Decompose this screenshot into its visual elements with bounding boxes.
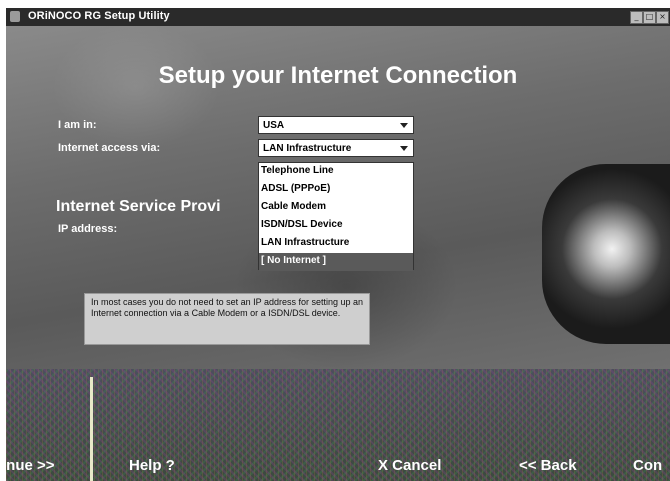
access-select-value: LAN Infrastructure bbox=[263, 143, 352, 154]
dropdown-option[interactable]: Cable Modem bbox=[259, 199, 413, 217]
setup-window: ORiNOCO RG Setup Utility _ □ × Setup you… bbox=[6, 8, 670, 481]
title-bar: ORiNOCO RG Setup Utility _ □ × bbox=[6, 8, 670, 26]
access-label: Internet access via: bbox=[58, 142, 161, 154]
section-heading: Internet Service Provi bbox=[56, 198, 221, 215]
continue-button-left[interactable]: inue >> bbox=[6, 457, 55, 474]
help-button[interactable]: Help ? bbox=[129, 457, 175, 474]
dropdown-option[interactable]: LAN Infrastructure bbox=[259, 235, 413, 253]
dropdown-option[interactable]: ADSL (PPPoE) bbox=[259, 181, 413, 199]
country-select[interactable]: USA bbox=[258, 116, 414, 134]
close-button[interactable]: × bbox=[656, 11, 669, 24]
page-heading: Setup your Internet Connection bbox=[158, 62, 518, 89]
continue-button-right[interactable]: Con bbox=[633, 457, 662, 474]
dropdown-option-selected[interactable]: [ No Internet ] bbox=[259, 253, 413, 271]
separator bbox=[90, 377, 93, 481]
minimize-button[interactable]: _ bbox=[630, 11, 643, 24]
ip-address-label: IP address: bbox=[58, 223, 118, 235]
button-bar: inue >> Help ? X Cancel << Back Con bbox=[6, 369, 670, 481]
window-title: ORiNOCO RG Setup Utility bbox=[28, 10, 170, 22]
access-select[interactable]: LAN Infrastructure bbox=[258, 139, 414, 157]
chevron-down-icon bbox=[400, 146, 408, 151]
dropdown-option[interactable]: Telephone Line bbox=[259, 163, 413, 181]
chevron-down-icon bbox=[400, 123, 408, 128]
hint-text: In most cases you do not need to set an … bbox=[84, 293, 370, 345]
cancel-button[interactable]: X Cancel bbox=[378, 457, 441, 474]
access-dropdown-list: Telephone Line ADSL (PPPoE) Cable Modem … bbox=[258, 162, 414, 271]
globe-image bbox=[542, 164, 670, 344]
country-label: I am in: bbox=[58, 119, 97, 131]
maximize-button[interactable]: □ bbox=[643, 11, 656, 24]
back-button[interactable]: << Back bbox=[519, 457, 577, 474]
country-select-value: USA bbox=[263, 120, 285, 131]
dropdown-option[interactable]: ISDN/DSL Device bbox=[259, 217, 413, 235]
app-icon bbox=[10, 11, 20, 22]
